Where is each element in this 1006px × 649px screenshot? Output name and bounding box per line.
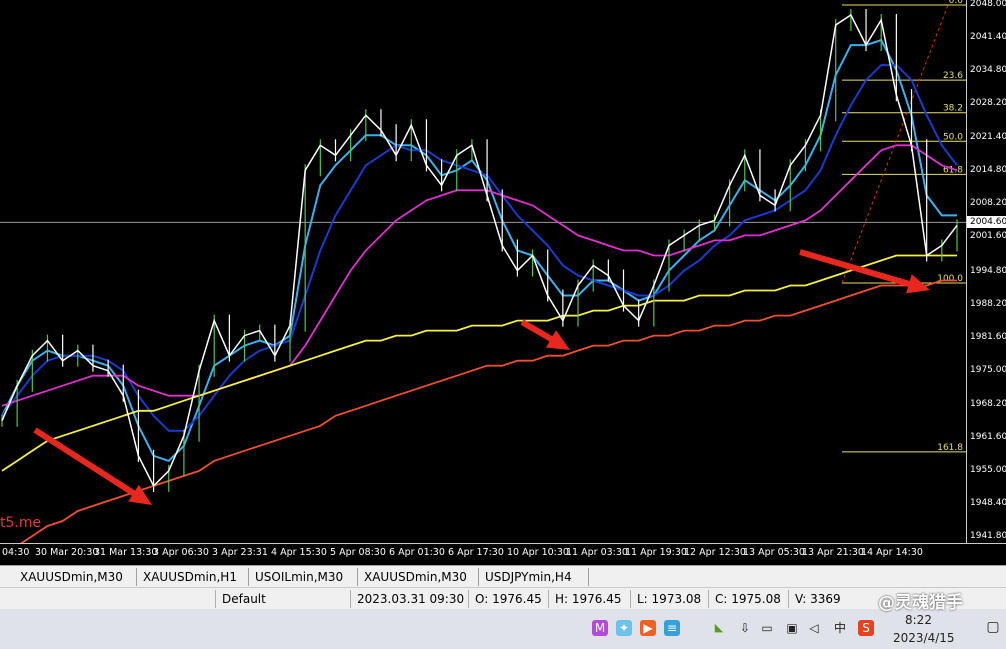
fib-level-label: 161.8 bbox=[937, 443, 963, 453]
time-tick-label: 14 Apr 14:30 bbox=[861, 547, 923, 558]
app-icon-blue[interactable]: ≡ bbox=[664, 620, 680, 636]
status-datetime: 2023.03.31 09:30 bbox=[350, 590, 468, 608]
time-tick-label: 11 Apr 03:30 bbox=[566, 547, 628, 558]
price-tick-label: 1981.60 bbox=[970, 331, 1006, 342]
moving-average-line bbox=[1, 38, 957, 463]
status-volume: V: 3369 bbox=[788, 590, 858, 608]
app-icon-pinwheel[interactable]: ✦ bbox=[616, 620, 632, 636]
price-tick-label: 1961.60 bbox=[970, 431, 1006, 442]
price-tick-label: 2048.00 bbox=[970, 0, 1006, 9]
status-profile[interactable]: Default bbox=[215, 590, 350, 608]
price-tick-label: 2028.20 bbox=[970, 98, 1006, 109]
fib-level-label: 0.0 bbox=[949, 0, 964, 6]
price-tick-label: 1948.40 bbox=[970, 497, 1006, 508]
price-tick-label: 2034.80 bbox=[970, 65, 1006, 76]
time-tick-label: 4 Apr 15:30 bbox=[271, 547, 327, 558]
network-icon[interactable]: ▣ bbox=[784, 620, 800, 636]
status-bar: Default 2023.03.31 09:30 O: 1976.45 H: 1… bbox=[0, 587, 1006, 610]
price-tick-label: 1994.80 bbox=[970, 265, 1006, 276]
fib-level-label: 50.0 bbox=[943, 132, 963, 142]
time-tick-label: 10 Apr 10:30 bbox=[507, 547, 569, 558]
battery-icon[interactable]: ▭ bbox=[759, 620, 775, 636]
time-tick-label: 30 Mar 20:30 bbox=[35, 547, 99, 558]
price-tick-label: 1975.00 bbox=[970, 364, 1006, 375]
fib-level-label: 38.2 bbox=[943, 104, 963, 114]
clock-time[interactable]: 8:22 bbox=[905, 613, 932, 627]
price-tick-label: 2021.40 bbox=[970, 132, 1006, 143]
nvidia-icon[interactable]: ◣ bbox=[711, 620, 727, 636]
volume-icon[interactable]: ◁ bbox=[806, 620, 822, 636]
fib-level-label: 100.0 bbox=[937, 274, 963, 284]
time-tick-label: 11 Apr 19:30 bbox=[625, 547, 687, 558]
chart-canvas[interactable]: 0.023.638.250.061.8100.0161.8 bbox=[0, 0, 966, 543]
moving-average-line bbox=[1, 144, 958, 407]
price-tick-label: 2041.40 bbox=[970, 32, 1006, 43]
sogou-icon[interactable]: S bbox=[858, 620, 874, 636]
price-tick-label: 2014.80 bbox=[970, 165, 1006, 176]
price-tick-label: 1988.20 bbox=[970, 298, 1006, 309]
usb-icon[interactable]: ⇩ bbox=[737, 620, 753, 636]
time-axis: 04:30 30 Mar 20:30 31 Mar 13:30 3 Apr 06:30… bbox=[0, 543, 1006, 564]
clock-date[interactable]: 2023/4/15 bbox=[893, 631, 955, 645]
status-low: L: 1973.08 bbox=[630, 590, 708, 608]
close-price-line bbox=[1, 13, 958, 488]
time-tick-label: 6 Apr 17:30 bbox=[448, 547, 504, 558]
app-icon-purple[interactable]: M bbox=[592, 620, 608, 636]
tab-xauusd-h1[interactable]: XAUUSDmin,H1 bbox=[137, 568, 249, 586]
time-tick-label: 13 Apr 21:30 bbox=[802, 547, 864, 558]
price-tick-label: 2008.20 bbox=[970, 198, 1006, 209]
status-open: O: 1976.45 bbox=[468, 590, 548, 608]
time-tick-label: 3 Apr 06:30 bbox=[153, 547, 209, 558]
watermark-text: t5.me bbox=[0, 515, 42, 531]
tab-usdjpy-h4[interactable]: USDJPYmin,H4 bbox=[479, 568, 589, 586]
price-axis: 2048.00 2041.40 2034.80 2028.20 2021.40 2014.… bbox=[966, 0, 1006, 543]
tab-xauusd-m30-2[interactable]: XAUUSDmin,M30 bbox=[358, 568, 479, 586]
fib-trendline bbox=[841, 4, 949, 284]
moving-average-line bbox=[1, 64, 958, 432]
tab-usoil-m30[interactable]: USOILmin,M30 bbox=[249, 568, 358, 586]
status-close: C: 1975.08 bbox=[708, 590, 788, 608]
time-tick-label: 12 Apr 12:30 bbox=[684, 547, 746, 558]
taskbar: M ✦ ▶ ≡ ◣ ⇩ ▭ ▣ ◁ 中 S 8:22 2023/4/15 ▢ bbox=[0, 609, 1006, 649]
current-price-label: 2004.60 bbox=[967, 216, 1006, 229]
time-tick-label: 31 Mar 13:30 bbox=[94, 547, 158, 558]
notification-icon[interactable]: ▢ bbox=[985, 619, 1001, 635]
tab-xauusd-m30[interactable]: XAUUSDmin,M30 bbox=[14, 568, 137, 586]
chart-tabs: XAUUSDmin,M30 XAUUSDmin,H1 USOILmin,M30 … bbox=[0, 565, 1006, 588]
time-tick-label: 6 Apr 01:30 bbox=[389, 547, 445, 558]
price-chart[interactable]: 0.0 23.6 38.2 50.0 61.8 100.0 161.8 bbox=[0, 0, 966, 543]
price-tick-label: 2001.60 bbox=[970, 231, 1006, 242]
time-tick-label: 04:30 bbox=[2, 547, 30, 558]
time-tick-label: 5 Apr 08:30 bbox=[330, 547, 386, 558]
price-tick-label: 1941.80 bbox=[970, 531, 1006, 541]
status-high: H: 1976.45 bbox=[548, 590, 630, 608]
price-tick-label: 1955.00 bbox=[970, 464, 1006, 475]
fib-level-label: 23.6 bbox=[943, 71, 963, 81]
app-icon-orange[interactable]: ▶ bbox=[640, 620, 656, 636]
overlay-watermark: @灵魂猎手 bbox=[878, 593, 963, 613]
price-tick-label: 1968.20 bbox=[970, 398, 1006, 409]
ime-language[interactable]: 中 bbox=[832, 620, 848, 636]
time-tick-label: 13 Apr 05:30 bbox=[743, 547, 805, 558]
time-tick-label: 3 Apr 23:31 bbox=[212, 547, 268, 558]
